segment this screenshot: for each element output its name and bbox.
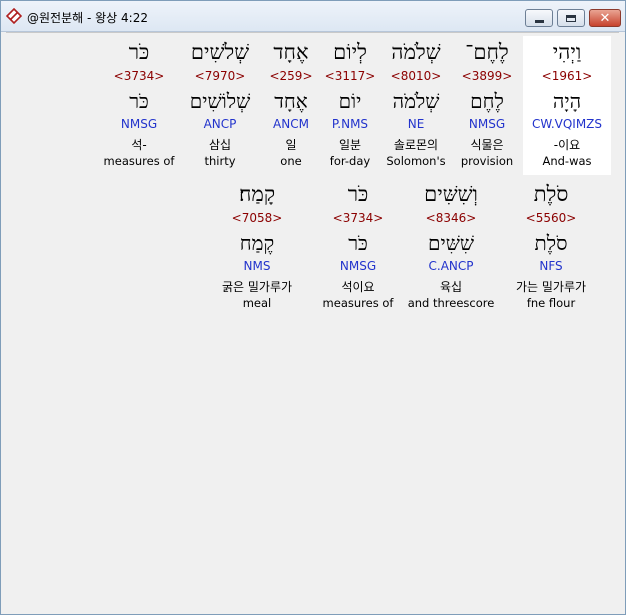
morphology-code: NFS bbox=[539, 259, 563, 273]
maximize-button[interactable] bbox=[557, 9, 585, 27]
hebrew-surface: קָמַח׃ bbox=[238, 182, 276, 206]
strong-number: <8346> bbox=[425, 211, 477, 225]
hebrew-surface: וְשִׁשִּׁים bbox=[424, 182, 478, 206]
close-icon: ✕ bbox=[599, 10, 611, 26]
korean-gloss: 석- bbox=[131, 138, 147, 152]
morphology-code: ANCP bbox=[203, 117, 237, 131]
strong-number: <1961> bbox=[541, 69, 593, 83]
minimize-icon bbox=[534, 19, 544, 23]
morphology-code: C.ANCP bbox=[428, 259, 474, 273]
english-gloss: fne flour bbox=[526, 296, 576, 310]
hebrew-lemma: שְׁלוֹשִׁים bbox=[189, 89, 251, 113]
strong-number: <3734> bbox=[113, 69, 165, 83]
morphology-code: NMSG bbox=[339, 259, 377, 273]
korean-gloss: 굵은 밀가루가 bbox=[221, 280, 293, 294]
hebrew-surface: סֹלֶת bbox=[533, 182, 569, 206]
strong-number: <7058> bbox=[231, 211, 283, 225]
strong-number: <5560> bbox=[525, 211, 577, 225]
hebrew-surface: שְׁלֹשִׁים bbox=[190, 40, 250, 64]
app-window: @원전분해 - 왕상 4:22 ✕ וַיְהִי <1961> הָיָה C… bbox=[0, 0, 626, 615]
morphology-code: NMSG bbox=[120, 117, 158, 131]
interlinear-view: וַיְהִי <1961> הָיָה CW.VQIMZS -이요 And-w… bbox=[6, 32, 619, 611]
hebrew-lemma: כֹּר bbox=[129, 89, 149, 113]
hebrew-lemma: שִׁשִּׁים bbox=[427, 231, 475, 255]
korean-gloss: 석이요 bbox=[341, 280, 375, 294]
morphology-code: CW.VQIMZS bbox=[531, 117, 603, 131]
hebrew-lemma: קֶמַח bbox=[239, 231, 275, 255]
english-gloss: thirty bbox=[204, 154, 236, 168]
strong-number: <7970> bbox=[194, 69, 246, 83]
title-bar[interactable]: @원전분해 - 왕상 4:22 ✕ bbox=[1, 1, 625, 32]
english-gloss: measures of bbox=[322, 296, 394, 310]
hebrew-surface: כֹּר bbox=[128, 40, 150, 64]
korean-gloss: -이요 bbox=[553, 138, 581, 152]
english-gloss: measures of bbox=[103, 154, 175, 168]
english-gloss: meal bbox=[242, 296, 272, 310]
window-title: @원전분해 - 왕상 4:22 bbox=[27, 11, 148, 25]
english-gloss: And-was bbox=[542, 154, 592, 168]
hebrew-surface: וַיְהִי bbox=[552, 40, 582, 64]
hebrew-lemma: כֹּר bbox=[348, 231, 368, 255]
morphology-code: NMS bbox=[243, 259, 271, 273]
korean-gloss: 삼십 bbox=[208, 138, 232, 152]
korean-gloss: 가는 밀가루가 bbox=[515, 280, 587, 294]
hebrew-surface: כֹּר bbox=[347, 182, 369, 206]
strong-number: <3734> bbox=[332, 211, 384, 225]
korean-gloss: 육십 bbox=[439, 280, 463, 294]
maximize-icon bbox=[566, 14, 576, 22]
minimize-button[interactable] bbox=[525, 9, 553, 27]
hebrew-lemma: סֹלֶת bbox=[534, 231, 568, 255]
english-gloss: and threescore bbox=[407, 296, 495, 310]
app-logo-icon bbox=[6, 8, 22, 24]
close-button[interactable]: ✕ bbox=[589, 9, 621, 27]
hebrew-lemma: הָיָה bbox=[552, 89, 582, 113]
